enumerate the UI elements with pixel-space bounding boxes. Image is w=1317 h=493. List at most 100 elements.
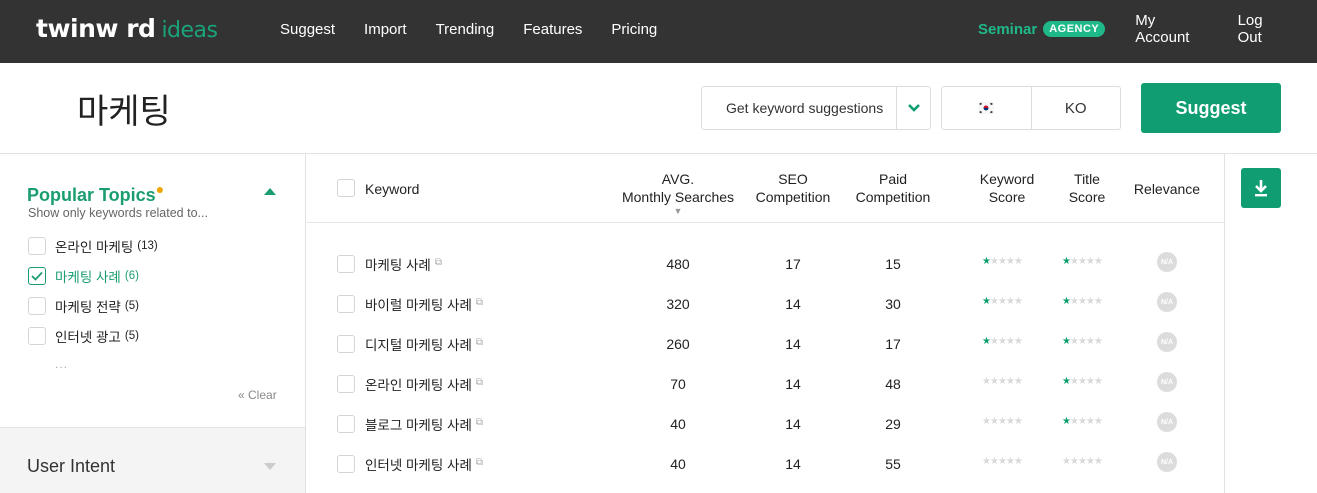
table-row[interactable]: 온라인 마케팅 사례 ⧉ 70 14 48 ★★★★★ ★★★★★ N/A	[307, 362, 1224, 402]
star-icon: ★	[989, 416, 999, 427]
keyword-cell[interactable]: 온라인 마케팅 사례 ⧉	[365, 374, 483, 394]
keyword-cell[interactable]: 블로그 마케팅 사례 ⧉	[365, 414, 483, 434]
user-intent-section[interactable]: User Intent	[0, 427, 305, 493]
suggestion-mode-select[interactable]: Get keyword suggestions	[701, 86, 931, 130]
keyword-text: 마케팅 사례	[365, 258, 431, 273]
row-checkbox[interactable]	[337, 415, 355, 433]
relevance-na-icon: N/A	[1157, 412, 1177, 432]
star-icon: ★	[1069, 456, 1079, 467]
mode-select-label: Get keyword suggestions	[726, 100, 884, 116]
header-avg-monthly-searches[interactable]: AVG. Monthly Searches ▼	[608, 170, 748, 216]
nav-log-out[interactable]: Log Out	[1238, 12, 1288, 46]
suggest-button[interactable]: Suggest	[1141, 83, 1281, 133]
nav-suggest[interactable]: Suggest	[280, 21, 335, 38]
topic-item[interactable]: 마케팅 사례 (6)	[28, 266, 139, 286]
nav-trending[interactable]: Trending	[436, 21, 495, 38]
star-icon: ★	[1093, 296, 1103, 307]
keyword-text: 디지털 마케팅 사례	[365, 338, 472, 353]
relevance-na-icon: N/A	[1157, 252, 1177, 272]
topic-item[interactable]: 마케팅 전략 (5)	[28, 296, 139, 316]
external-link-icon[interactable]: ⧉	[476, 417, 483, 428]
paid-competition-cell: 55	[885, 456, 901, 472]
star-icon: ★	[1013, 376, 1023, 387]
star-icon: ★	[1005, 256, 1015, 267]
star-icon: ★	[1062, 456, 1071, 467]
star-icon: ★	[982, 376, 991, 387]
star-icon: ★	[1013, 336, 1023, 347]
topic-item[interactable]: 온라인 마케팅 (13)	[28, 236, 158, 256]
row-checkbox[interactable]	[337, 255, 355, 273]
external-link-icon[interactable]: ⧉	[476, 297, 483, 308]
topic-checkbox[interactable]	[28, 297, 46, 315]
brand-logo[interactable]: twinw rd ideas	[36, 14, 218, 44]
more-topics-link[interactable]: ...	[55, 357, 68, 371]
topic-checkbox[interactable]	[28, 327, 46, 345]
download-button[interactable]	[1241, 168, 1281, 208]
row-checkbox[interactable]	[337, 295, 355, 313]
star-icon: ★	[1005, 336, 1015, 347]
avg-searches-cell: 40	[670, 416, 686, 432]
table-row[interactable]: 블로그 마케팅 사례 ⧉ 40 14 29 ★★★★★ ★★★★★ N/A	[307, 402, 1224, 442]
star-icon: ★	[1013, 256, 1023, 267]
header-seo-competition[interactable]: SEO Competition	[743, 170, 843, 206]
topic-label: 온라인 마케팅	[55, 240, 134, 255]
table-row[interactable]: 마케팅 사례 ⧉ 480 17 15 ★★★★★ ★★★★★ N/A	[307, 242, 1224, 282]
nav-import[interactable]: Import	[364, 21, 407, 38]
topic-checkbox[interactable]	[28, 237, 46, 255]
keyword-score-stars: ★★★★★	[982, 416, 1023, 427]
star-icon: ★	[1093, 336, 1103, 347]
star-icon: ★	[997, 416, 1007, 427]
keyword-cell[interactable]: 디지털 마케팅 사례 ⧉	[365, 334, 483, 354]
language-selector[interactable]: KO	[941, 86, 1121, 130]
star-icon: ★	[1093, 376, 1103, 387]
avg-searches-cell: 40	[670, 456, 686, 472]
star-icon: ★	[1013, 456, 1023, 467]
header-kscore-line2: Score	[988, 189, 1026, 205]
table-row[interactable]: 바이럴 마케팅 사례 ⧉ 320 14 30 ★★★★★ ★★★★★ N/A	[307, 282, 1224, 322]
keyword-cell[interactable]: 마케팅 사례 ⧉	[365, 254, 442, 274]
clear-filter-link[interactable]: « Clear	[238, 388, 277, 402]
external-link-icon[interactable]: ⧉	[435, 257, 442, 268]
topic-item[interactable]: 인터넷 광고 (5)	[28, 326, 139, 346]
keyword-cell[interactable]: 인터넷 마케팅 사례 ⧉	[365, 454, 483, 474]
star-icon: ★	[1085, 296, 1095, 307]
external-link-icon[interactable]: ⧉	[476, 377, 483, 388]
main-nav: Suggest Import Trending Features Pricing	[280, 0, 686, 58]
header-paid-competition[interactable]: Paid Competition	[843, 170, 943, 206]
header-seo-line1: SEO	[778, 171, 808, 187]
chevron-down-icon[interactable]	[896, 87, 930, 129]
page-title: 마케팅	[77, 92, 171, 132]
star-icon: ★	[1077, 256, 1087, 267]
select-all-checkbox[interactable]	[337, 179, 355, 197]
keyword-score-stars: ★★★★★	[982, 336, 1023, 347]
header-relevance[interactable]: Relevance	[1117, 180, 1217, 198]
account-nav: Seminar AGENCY My Account Log Out	[978, 0, 1317, 58]
relevance-na-icon: N/A	[1157, 292, 1177, 312]
header-keyword[interactable]: Keyword	[365, 180, 419, 198]
keyword-text: 온라인 마케팅 사례	[365, 378, 472, 393]
popular-topics-heading[interactable]: Popular Topics●	[27, 181, 164, 206]
nav-my-account[interactable]: My Account	[1135, 12, 1208, 46]
keyword-text: 바이럴 마케팅 사례	[365, 298, 472, 313]
external-link-icon[interactable]: ⧉	[476, 337, 483, 348]
row-checkbox[interactable]	[337, 455, 355, 473]
keyword-cell[interactable]: 바이럴 마케팅 사례 ⧉	[365, 294, 483, 314]
star-icon: ★	[1069, 376, 1079, 387]
table-row[interactable]: 디지털 마케팅 사례 ⧉ 260 14 17 ★★★★★ ★★★★★ N/A	[307, 322, 1224, 362]
table-row[interactable]: 인터넷 마케팅 사례 ⧉ 40 14 55 ★★★★★ ★★★★★ N/A	[307, 442, 1224, 482]
external-link-icon[interactable]: ⧉	[476, 457, 483, 468]
korea-flag-icon	[978, 102, 995, 114]
popular-topics-subtitle: Show only keywords related to...	[28, 206, 208, 220]
star-icon: ★	[997, 256, 1007, 267]
row-checkbox[interactable]	[337, 375, 355, 393]
new-dot-icon: ●	[155, 181, 165, 197]
expand-caret-icon[interactable]	[264, 463, 276, 470]
korea-flag-icon[interactable]	[942, 87, 1032, 129]
nav-seminar[interactable]: Seminar	[978, 21, 1037, 38]
nav-features[interactable]: Features	[523, 21, 582, 38]
nav-pricing[interactable]: Pricing	[611, 21, 657, 38]
topic-checkbox-checked[interactable]	[28, 267, 46, 285]
collapse-caret-icon[interactable]	[264, 188, 276, 195]
star-icon: ★	[1077, 416, 1087, 427]
row-checkbox[interactable]	[337, 335, 355, 353]
